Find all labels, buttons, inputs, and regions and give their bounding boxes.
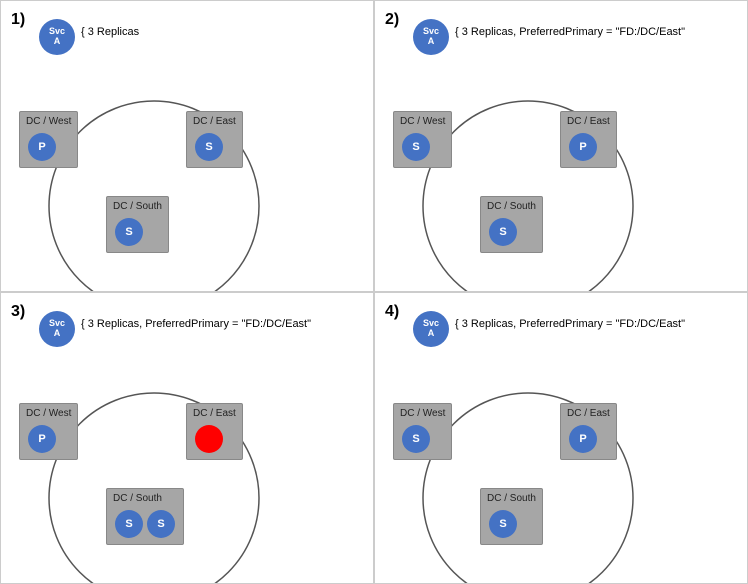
brace-label-q3: { 3 Replicas, PreferredPrimary = "FD:/DC… — [81, 318, 311, 330]
brace-label-q2: { 3 Replicas, PreferredPrimary = "FD:/DC… — [455, 26, 685, 38]
dc-box-q1-0: DC / West P — [19, 111, 78, 168]
quad-label-q1: 1) — [11, 11, 25, 29]
dc-box-q1-2: DC / South S — [106, 196, 169, 253]
brace-label-q1: { 3 Replicas — [81, 26, 139, 38]
quadrant-q4: 4) SvcA { 3 Replicas, PreferredPrimary = "… — [374, 292, 748, 584]
dc-box-title-q2-2: DC / South — [487, 201, 536, 212]
dc-box-q4-1: DC / East P — [560, 403, 617, 460]
svc-badge-q3: SvcA — [39, 311, 75, 347]
dc-box-q2-1: DC / East P — [560, 111, 617, 168]
replica-q4-2-0: S — [489, 510, 517, 538]
dc-box-title-q1-0: DC / West — [26, 116, 71, 127]
dc-box-title-q3-0: DC / West — [26, 408, 71, 419]
replica-q4-0-0: S — [402, 425, 430, 453]
replica-q3-0-0: P — [28, 425, 56, 453]
replica-q2-1-0: P — [569, 133, 597, 161]
quadrant-q1: 1)SvcA{ 3 ReplicasDC / WestPDC / EastSDC… — [0, 0, 374, 292]
quadrant-q2: 2) SvcA { 3 Replicas, PreferredPrimary = "… — [374, 0, 748, 292]
dc-box-q2-0: DC / West S — [393, 111, 452, 168]
dc-box-q4-0: DC / West S — [393, 403, 452, 460]
dc-box-q3-2: DC / South SS — [106, 488, 184, 545]
quad-label-q3: 3) — [11, 303, 25, 321]
dc-box-q3-0: DC / West P — [19, 403, 78, 460]
replica-q2-0-0: S — [402, 133, 430, 161]
quad-label-q4: 4) — [385, 303, 399, 321]
dc-box-title-q4-0: DC / West — [400, 408, 445, 419]
replica-q2-2-0: S — [489, 218, 517, 246]
dc-box-title-q2-1: DC / East — [567, 116, 610, 127]
replica-q3-1-0 — [195, 425, 223, 453]
dc-box-title-q2-0: DC / West — [400, 116, 445, 127]
dc-box-q3-1: DC / East — [186, 403, 243, 460]
ellipse-q2 — [380, 61, 690, 292]
replica-q3-2-0: S — [115, 510, 143, 538]
dc-box-title-q1-1: DC / East — [193, 116, 236, 127]
replica-q3-2-1: S — [147, 510, 175, 538]
quadrant-q3: 3) SvcA { 3 Replicas, PreferredPrimary = "… — [0, 292, 374, 584]
main-grid: 1)SvcA{ 3 ReplicasDC / WestPDC / EastSDC… — [0, 0, 748, 584]
replica-q4-1-0: P — [569, 425, 597, 453]
replica-q1-2-0: S — [115, 218, 143, 246]
svc-badge-q1: SvcA — [39, 19, 75, 55]
svc-badge-q4: SvcA — [413, 311, 449, 347]
dc-box-title-q3-1: DC / East — [193, 408, 236, 419]
ellipse-q3 — [6, 353, 316, 584]
dc-box-title-q3-2: DC / South — [113, 493, 177, 504]
brace-label-q4: { 3 Replicas, PreferredPrimary = "FD:/DC… — [455, 318, 685, 330]
ellipse-q1 — [6, 61, 316, 292]
replica-q1-1-0: S — [195, 133, 223, 161]
dc-box-q1-1: DC / East S — [186, 111, 243, 168]
replica-q1-0-0: P — [28, 133, 56, 161]
dc-box-q2-2: DC / South S — [480, 196, 543, 253]
ellipse-q4 — [380, 353, 690, 584]
dc-box-title-q4-2: DC / South — [487, 493, 536, 504]
svc-badge-q2: SvcA — [413, 19, 449, 55]
quad-label-q2: 2) — [385, 11, 399, 29]
dc-box-title-q1-2: DC / South — [113, 201, 162, 212]
dc-box-title-q4-1: DC / East — [567, 408, 610, 419]
dc-box-q4-2: DC / South S — [480, 488, 543, 545]
